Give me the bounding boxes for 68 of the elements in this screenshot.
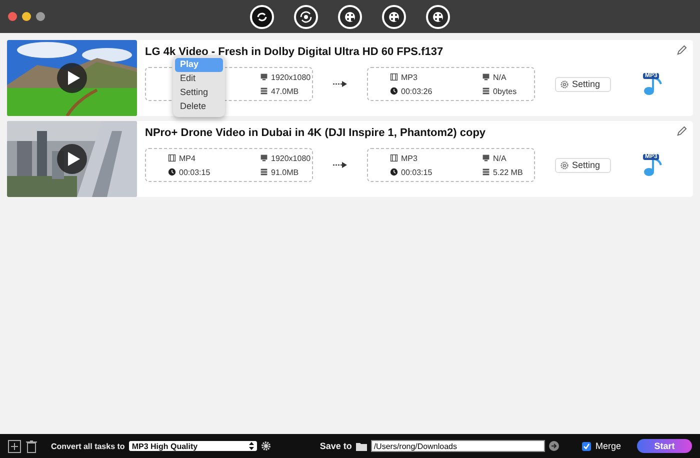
film-reel-icon	[342, 9, 358, 25]
gear-icon	[560, 80, 569, 88]
edit-icon[interactable]	[676, 45, 687, 56]
merge-checkbox[interactable]	[582, 442, 592, 450]
clock-icon	[390, 87, 398, 95]
duration-text: 00:03:26	[401, 86, 432, 96]
resolution-text: 1920x1080	[271, 154, 311, 162]
resolution-text: N/A	[493, 154, 506, 162]
film-tool-button[interactable]	[426, 5, 450, 29]
play-icon[interactable]	[57, 63, 87, 93]
video-title: NPro+ Drone Video in Dubai in 4K (DJI Inspire 1, Phantom2) copy	[145, 127, 487, 139]
film-reel-icon	[430, 9, 446, 25]
film-icon	[390, 154, 398, 162]
folder-icon[interactable]	[356, 442, 367, 450]
resolution-text: N/A	[493, 72, 506, 82]
clock-icon	[168, 168, 176, 176]
storage-icon	[260, 87, 268, 95]
format-text: MP3	[401, 72, 418, 82]
close-button[interactable]	[8, 12, 17, 21]
monitor-icon	[260, 73, 268, 81]
rotate-icon	[298, 9, 314, 25]
gear-icon	[560, 160, 569, 170]
play-icon[interactable]	[57, 144, 87, 174]
start-button[interactable]: Start	[637, 439, 692, 453]
storage-icon	[260, 168, 268, 176]
storage-icon	[482, 168, 490, 176]
menu-item[interactable]: Setting	[175, 86, 223, 100]
minimize-button[interactable]	[22, 12, 31, 21]
film-icon	[390, 73, 398, 81]
preset-dropdown[interactable]: MP3 High Quality	[128, 441, 257, 451]
menu-item[interactable]: Edit	[175, 72, 223, 86]
monitor-icon	[482, 73, 490, 81]
edit-icon[interactable]	[676, 126, 687, 137]
size-text: 5.22 MB	[493, 168, 523, 176]
format-text: MP4	[179, 154, 196, 162]
monitor-icon	[482, 154, 490, 162]
zoom-button[interactable]	[36, 12, 45, 21]
convert-label: Convert all tasks to	[51, 442, 125, 450]
film-tool-button[interactable]	[338, 5, 362, 29]
storage-icon	[482, 87, 490, 95]
setting-button[interactable]: Setting	[555, 158, 611, 172]
monitor-icon	[260, 154, 268, 162]
resolution-text: 1920x1080	[271, 72, 311, 82]
arrow-icon	[333, 81, 347, 87]
setting-button[interactable]: Setting	[555, 76, 611, 92]
video-title: LG 4k Video - Fresh in Dolby Digital Ultra HD 60 FPS.f137	[145, 46, 444, 58]
film-edit-tool-button[interactable]	[382, 5, 406, 29]
duration-text: 00:03:15	[179, 168, 210, 176]
convert-tool-button[interactable]	[250, 5, 274, 29]
add-icon[interactable]	[8, 440, 21, 452]
clock-icon	[390, 168, 398, 176]
rotate-tool-button[interactable]	[294, 5, 318, 29]
duration-text: 00:03:15	[401, 168, 432, 176]
merge-label: Merge	[595, 441, 621, 451]
format-text: MP3	[401, 154, 418, 162]
path-field[interactable]: /Users/rong/Downloads	[370, 440, 545, 452]
updown-icon	[248, 442, 254, 450]
arrow-icon	[333, 162, 347, 168]
size-text: 0bytes	[493, 86, 517, 96]
go-icon[interactable]	[548, 441, 559, 451]
film-reel-icon	[386, 9, 402, 25]
size-text: 91.0MB	[271, 168, 299, 176]
save-to-label: Save to	[320, 441, 352, 451]
settings-icon[interactable]	[260, 441, 271, 451]
menu-item[interactable]: Delete	[175, 100, 223, 114]
film-icon	[168, 154, 176, 162]
trash-icon[interactable]	[26, 440, 37, 452]
size-text: 47.0MB	[271, 86, 299, 96]
